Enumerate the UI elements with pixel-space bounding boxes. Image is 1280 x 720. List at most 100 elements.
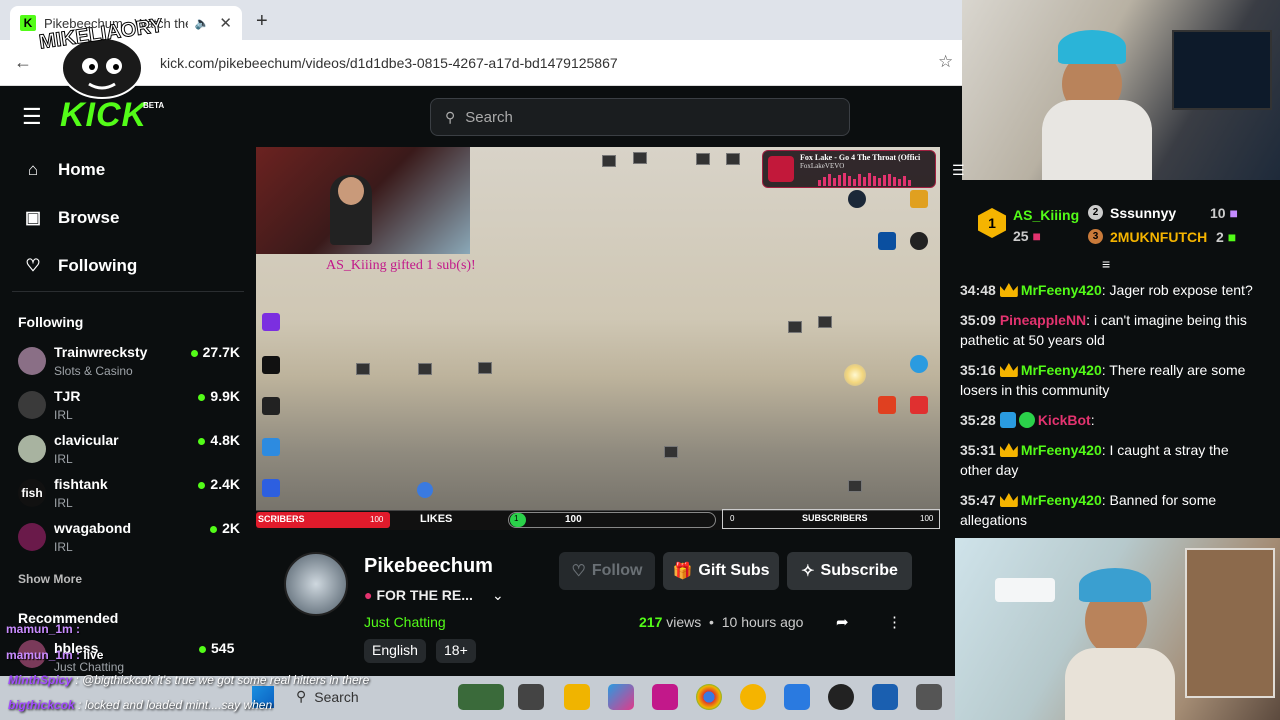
obs-icon: [910, 232, 928, 250]
collapse-leaderboard-icon[interactable]: ≡: [1102, 256, 1110, 272]
avatar: [18, 435, 46, 463]
chat-menu-icon[interactable]: ☰: [952, 162, 965, 179]
chat-message: 35:47 MrFeeny420: Banned for some allegat…: [960, 492, 1217, 528]
tag-18plus[interactable]: 18+: [436, 639, 476, 663]
audio-visualizer: [818, 173, 911, 186]
file-explorer-icon[interactable]: [564, 684, 590, 710]
gifter-leaderboard: 1 AS_Kiiing 25 ■ 2 Sssunnyy 10 ■ 3 2MUKN…: [962, 200, 1280, 256]
app-shortcut-icon: [262, 479, 280, 497]
chat-message: 35:09 PineappleNN: i can't imagine being …: [960, 312, 1247, 348]
channel-name: clavicular: [54, 432, 119, 448]
follow-button[interactable]: ♡ Follow: [559, 552, 655, 590]
chevron-down-icon[interactable]: ⌄: [492, 587, 504, 604]
channel-category: IRL: [54, 540, 73, 554]
leader-3-name[interactable]: 2MUKNFUTCH: [1110, 229, 1207, 245]
live-dot-icon: [198, 481, 206, 489]
subscribe-button[interactable]: ✧ Subscribe: [787, 552, 912, 590]
hamburger-menu-icon[interactable]: ☰: [22, 104, 42, 130]
show-more-button[interactable]: Show More: [18, 572, 82, 586]
task-view-icon[interactable]: [518, 684, 544, 710]
desktop-icon: [418, 363, 432, 375]
url-text[interactable]: kick.com/pikebeechum/videos/d1d1dbe3-081…: [160, 55, 618, 71]
webcam-top-right: [962, 0, 1280, 180]
crown-badge-icon: [999, 283, 1018, 297]
rank-1-badge-icon: 1: [978, 208, 1006, 238]
search-icon: ⚲: [296, 688, 307, 704]
desktop-icon: [356, 363, 370, 375]
channel-name[interactable]: Pikebeechum: [364, 555, 493, 578]
nav-following[interactable]: ♡ Following: [22, 256, 137, 276]
sidebar-channel-trainwrecksty[interactable]: Trainwrecksty Slots & Casino 27.7K: [18, 344, 240, 387]
app-icon[interactable]: [652, 684, 678, 710]
overlay-logo: MIKELIAORY: [37, 18, 166, 99]
leader-2-count: 10 ■: [1210, 205, 1238, 221]
speaker-icon[interactable]: 🔈: [194, 16, 209, 30]
copilot-icon[interactable]: [608, 684, 634, 710]
desktop-icon: [848, 480, 862, 492]
widget-icon[interactable]: [458, 684, 504, 710]
chat-message: 35:31 MrFeeny420: I caught a stray the ot…: [960, 442, 1229, 478]
viewer-count: 2.4K: [198, 476, 240, 492]
word-icon[interactable]: [872, 684, 898, 710]
gift-subs-button[interactable]: 🎁 Gift Subs: [663, 552, 779, 590]
overlay-chat-line: mamun_1m : live: [6, 648, 104, 662]
live-dot-icon: [190, 349, 198, 357]
channel-name: fishtank: [54, 476, 108, 492]
close-tab-icon[interactable]: ✕: [219, 14, 232, 32]
sidebar-channel-clavicular[interactable]: clavicular IRL 4.8K: [18, 432, 240, 475]
chrome-icon[interactable]: [696, 684, 722, 710]
desktop-icon: [818, 316, 832, 328]
likes-goal-label: LIKES: [420, 513, 453, 525]
desktop-icon: [788, 321, 802, 333]
viewer-count: 4.8K: [198, 432, 240, 448]
app-icon[interactable]: [740, 684, 766, 710]
more-options-icon[interactable]: ⋮: [887, 613, 902, 631]
app-shortcut-icon: [910, 190, 928, 208]
leader-1-name[interactable]: AS_Kiiing: [1013, 207, 1079, 223]
rank-2-badge-icon: 2: [1088, 205, 1103, 220]
chat-message: 35:28 KickBot:: [960, 412, 1095, 428]
category-link[interactable]: Just Chatting: [364, 614, 446, 630]
nav-browse[interactable]: ▣ Browse: [22, 208, 119, 228]
channel-category: IRL: [54, 496, 73, 510]
desktop-icon: [726, 153, 740, 165]
viewer-count: 2K: [210, 520, 240, 536]
following-heading: Following: [18, 314, 84, 330]
sidebar-channel-fishtank[interactable]: fish fishtank IRL 2.4K: [18, 476, 240, 519]
tag-english[interactable]: English: [364, 639, 426, 663]
nav-home[interactable]: ⌂ Home: [22, 160, 105, 180]
new-tab-button[interactable]: +: [256, 10, 268, 33]
chat-message: 34:48 MrFeeny420: Jager rob expose tent?: [960, 282, 1253, 298]
search-input[interactable]: ⚲ Search: [430, 98, 850, 136]
viewer-count: 545: [199, 640, 234, 656]
taskbar-search[interactable]: ⚲ Search: [296, 688, 456, 705]
channel-avatar[interactable]: [284, 552, 348, 616]
webcam-overlay: [256, 147, 470, 254]
album-art-icon: [768, 156, 794, 182]
nav-following-label: Following: [58, 256, 138, 275]
bookmark-star-icon[interactable]: ☆: [938, 52, 953, 72]
share-icon[interactable]: ➦: [836, 613, 849, 631]
crown-badge-icon: [999, 363, 1018, 377]
overlay-chat-line: mamun_1m :: [6, 622, 81, 636]
desktop-icon: [633, 152, 647, 164]
app-icon[interactable]: [784, 684, 810, 710]
subscribers-goal-label: SCRIBERS: [258, 514, 305, 524]
leader-2-name[interactable]: Sssunnyy: [1110, 205, 1176, 221]
heart-icon: ♡: [571, 563, 586, 580]
obs-icon[interactable]: [828, 684, 854, 710]
app-icon[interactable]: [916, 684, 942, 710]
back-arrow-icon[interactable]: ←: [14, 52, 32, 73]
channel-name: wvagabond: [54, 520, 132, 536]
likes-goal-value: 100: [565, 514, 582, 525]
live-dot-icon: [199, 645, 206, 653]
channel-name: Trainwrecksty: [54, 344, 148, 360]
viewer-count: 27.7K: [190, 344, 240, 360]
stream-title: ● FOR THE RE...: [364, 587, 473, 603]
rank-3-badge-icon: 3: [1088, 229, 1103, 244]
sun-glow: [844, 364, 866, 386]
home-icon: ⌂: [27, 160, 39, 179]
sidebar-channel-wvagabond[interactable]: wvagabond IRL 2K: [18, 520, 240, 563]
tiktok-icon: [262, 356, 280, 374]
sidebar-channel-tjr[interactable]: TJR IRL 9.9K: [18, 388, 240, 431]
